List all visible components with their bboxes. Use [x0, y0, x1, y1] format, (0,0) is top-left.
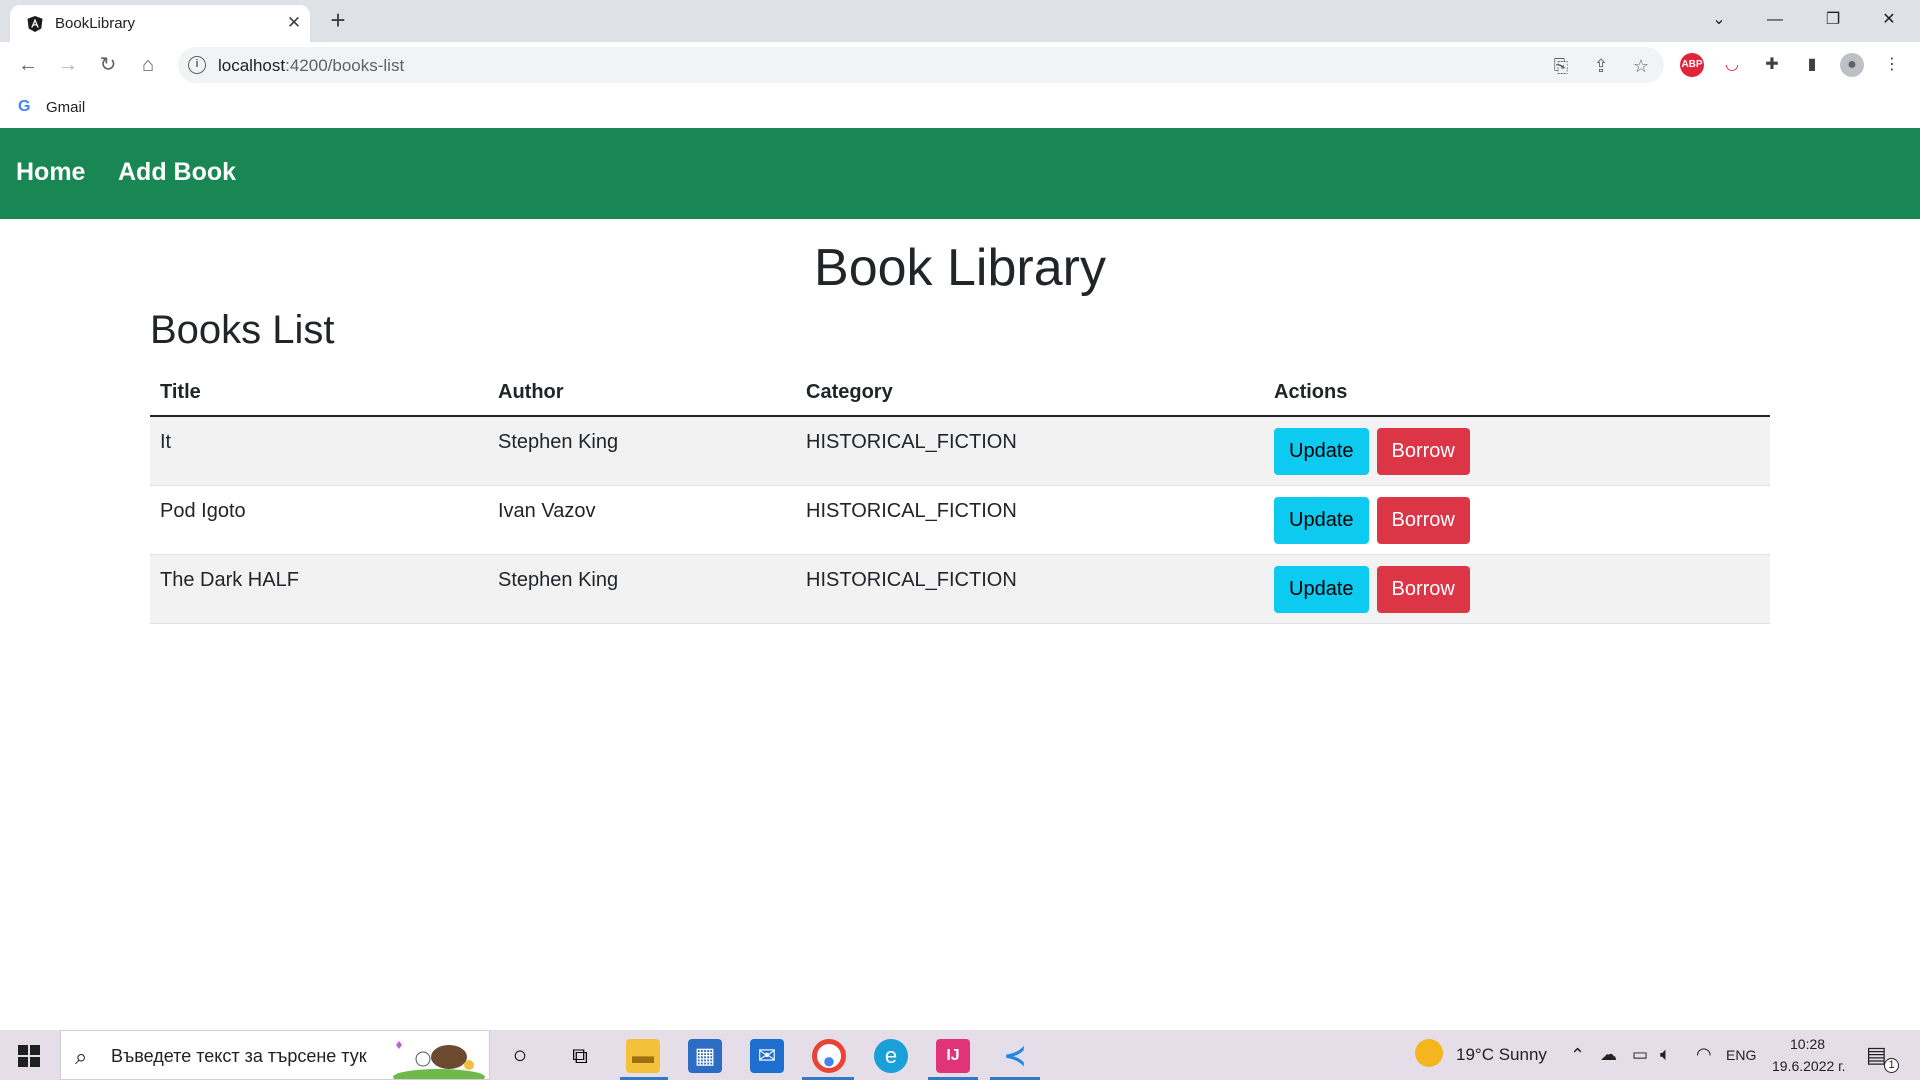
home-icon[interactable]: ⌂: [134, 51, 162, 79]
cell-category: HISTORICAL_FICTION: [796, 554, 1264, 624]
menu-kebab-icon[interactable]: ⋮: [1880, 53, 1904, 77]
update-button[interactable]: Update: [1274, 565, 1369, 613]
header-author: Author: [488, 370, 796, 417]
clock-date[interactable]: 19.6.2022 г.: [1772, 1058, 1845, 1074]
angular-logo-icon: [27, 16, 43, 32]
tab-title: BookLibrary: [55, 15, 136, 32]
search-highlight-illustration-icon: [393, 1041, 485, 1079]
header-category: Category: [796, 370, 1264, 417]
books-table: Title Author Category Actions It Stephen…: [150, 370, 1770, 624]
borrow-button[interactable]: Borrow: [1376, 428, 1470, 475]
volume-icon[interactable]: 🔈︎: [1660, 1044, 1671, 1065]
adblock-plus-icon[interactable]: ABP: [1680, 53, 1704, 77]
bookmarks-bar: G Gmail: [0, 88, 1920, 128]
bookmark-label: Gmail: [46, 99, 86, 116]
taskbar-search-box[interactable]: ⌕ Въведете текст за търсене тук: [60, 1030, 490, 1080]
language-indicator[interactable]: ENG: [1726, 1047, 1756, 1063]
task-view-icon[interactable]: ⧉: [563, 1039, 597, 1073]
restore-button[interactable]: ❐: [1810, 4, 1856, 36]
clock-time[interactable]: 10:28: [1790, 1036, 1825, 1052]
edge-icon[interactable]: e: [874, 1039, 908, 1073]
intellij-idea-icon[interactable]: IJ: [936, 1039, 970, 1073]
chrome-icon[interactable]: ●: [812, 1039, 846, 1073]
close-window-button[interactable]: ✕: [1866, 4, 1912, 36]
update-button[interactable]: Update: [1274, 496, 1369, 544]
browser-tab[interactable]: BookLibrary ✕: [10, 5, 310, 42]
cell-author: Stephen King: [488, 554, 796, 624]
header-actions: Actions: [1264, 370, 1770, 417]
google-g-icon: G: [18, 98, 31, 115]
table-header-row: Title Author Category Actions: [150, 370, 1770, 417]
bookmark-star-icon[interactable]: ☆: [1630, 55, 1652, 77]
section-title: Books List: [150, 308, 335, 352]
table-row: Pod Igoto Ivan Vazov HISTORICAL_FICTION …: [150, 485, 1770, 555]
app-navbar: Home Add Book: [0, 128, 1920, 219]
search-placeholder: Въведете текст за търсене тук: [111, 1046, 367, 1066]
update-button[interactable]: Update: [1274, 428, 1369, 475]
browser-toolbar: ← → ↻ ⌂ i localhost:4200/books-list ⎘ ⇪ …: [0, 42, 1920, 88]
extensions-puzzle-icon[interactable]: ✚: [1760, 53, 1784, 77]
tab-close-icon[interactable]: ✕: [284, 13, 304, 33]
cell-category: HISTORICAL_FICTION: [796, 416, 1264, 486]
cell-author: Stephen King: [488, 416, 796, 486]
nav-link-add-book[interactable]: Add Book: [118, 158, 236, 187]
page-title: Book Library: [814, 239, 1106, 297]
forward-arrow-icon[interactable]: →: [54, 51, 82, 79]
mail-icon[interactable]: ✉: [750, 1039, 784, 1073]
borrow-button[interactable]: Borrow: [1376, 565, 1470, 613]
cell-actions: Update Borrow: [1264, 416, 1770, 486]
back-arrow-icon[interactable]: ←: [14, 51, 42, 79]
table-row: The Dark HALF Stephen King HISTORICAL_FI…: [150, 554, 1770, 624]
nav-link-home[interactable]: Home: [16, 158, 85, 187]
vscode-icon[interactable]: ≺: [998, 1039, 1032, 1073]
cell-title: Pod Igoto: [150, 485, 488, 555]
weather-sun-icon[interactable]: [1415, 1039, 1443, 1067]
table-row: It Stephen King HISTORICAL_FICTION Updat…: [150, 416, 1770, 486]
notification-count-badge: 1: [1884, 1058, 1899, 1073]
side-panel-icon[interactable]: ▮: [1800, 53, 1824, 77]
borrow-button[interactable]: Borrow: [1376, 496, 1470, 544]
windows-taskbar: ⌕ Въведете текст за търсене тук ○ ⧉ ▬ ▦ …: [0, 1030, 1920, 1080]
cell-title: The Dark HALF: [150, 554, 488, 624]
profile-avatar-icon[interactable]: ●: [1840, 53, 1864, 77]
cell-title: It: [150, 416, 488, 486]
windows-start-icon[interactable]: [18, 1045, 40, 1067]
site-info-icon[interactable]: i: [188, 56, 206, 74]
weather-text[interactable]: 19°C Sunny: [1456, 1045, 1547, 1065]
address-bar[interactable]: i localhost:4200/books-list ⎘ ⇪ ☆: [178, 47, 1664, 83]
share-icon[interactable]: ⇪: [1590, 55, 1612, 77]
cell-actions: Update Borrow: [1264, 554, 1770, 624]
tray-chevron-up-icon[interactable]: ⌃: [1570, 1045, 1585, 1066]
microsoft-store-icon[interactable]: ▦: [688, 1039, 722, 1073]
battery-icon[interactable]: ▭: [1632, 1045, 1648, 1065]
browser-tabstrip: BookLibrary ✕ + ⌄ — ❐ ✕: [0, 0, 1920, 42]
cell-category: HISTORICAL_FICTION: [796, 485, 1264, 555]
file-explorer-icon[interactable]: ▬: [626, 1039, 660, 1073]
header-title: Title: [150, 370, 488, 417]
wifi-icon[interactable]: ◠: [1696, 1044, 1712, 1065]
cell-actions: Update Borrow: [1264, 485, 1770, 555]
new-tab-button[interactable]: +: [325, 7, 351, 34]
reload-icon[interactable]: ↻: [94, 51, 122, 79]
cortana-icon[interactable]: ○: [503, 1039, 537, 1073]
translate-icon[interactable]: ⎘: [1550, 55, 1572, 77]
tab-search-icon[interactable]: ⌄: [1696, 4, 1742, 36]
minimize-button[interactable]: —: [1752, 4, 1798, 36]
onedrive-cloud-icon[interactable]: ☁: [1600, 1045, 1617, 1065]
search-icon: ⌕: [75, 1044, 88, 1069]
cell-author: Ivan Vazov: [488, 485, 796, 555]
pocket-icon[interactable]: ◡: [1720, 53, 1744, 77]
url-text[interactable]: localhost:4200/books-list: [218, 56, 404, 76]
